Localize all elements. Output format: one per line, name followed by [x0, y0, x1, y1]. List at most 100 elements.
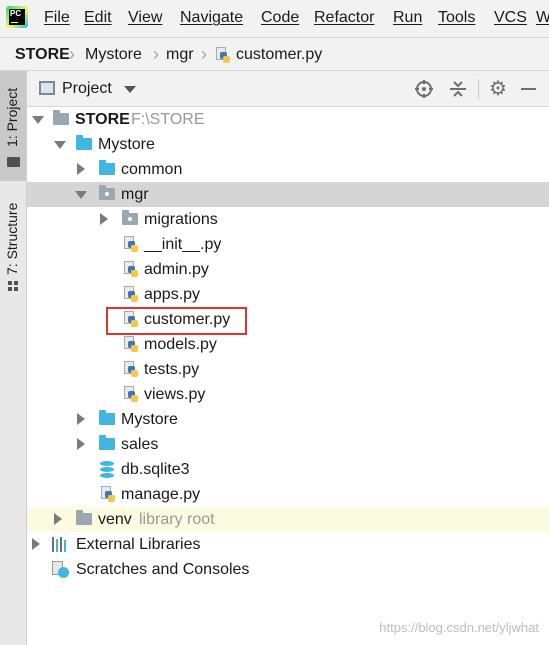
- breadcrumb-mgr[interactable]: mgr: [166, 46, 194, 64]
- tree-row-init[interactable]: __init__.py: [27, 232, 549, 257]
- package-folder-icon: [122, 210, 138, 225]
- breadcrumb-mystore[interactable]: Mystore: [85, 46, 142, 64]
- tree-label: Mystore: [121, 411, 178, 428]
- structure-icon: [8, 281, 19, 291]
- folder-icon: [99, 160, 115, 175]
- collapse-arrow-icon[interactable]: [100, 213, 108, 225]
- library-icon: [52, 537, 69, 552]
- tree-row-manage[interactable]: manage.py: [27, 482, 549, 507]
- logo-text: PC: [9, 9, 25, 25]
- structure-tool-tab[interactable]: 7: Structure: [0, 185, 26, 295]
- tree-row-external-libraries[interactable]: External Libraries: [27, 532, 549, 557]
- python-file-icon: [124, 386, 138, 403]
- tool-window-strip: 1: Project 7: Structure: [0, 71, 27, 645]
- database-icon: [100, 461, 114, 478]
- collapse-arrow-icon[interactable]: [77, 438, 85, 450]
- annotation-highlight-box: [106, 307, 247, 335]
- tree-row-mystore-inner[interactable]: Mystore: [27, 407, 549, 432]
- tree-row-apps[interactable]: apps.py: [27, 282, 549, 307]
- tree-row-tests[interactable]: tests.py: [27, 357, 549, 382]
- tree-label: common: [121, 161, 183, 178]
- collapse-arrow-icon[interactable]: [54, 513, 62, 525]
- menu-refactor[interactable]: Refactor: [314, 9, 374, 27]
- tree-label: views.py: [144, 386, 206, 403]
- minimize-icon[interactable]: [521, 88, 536, 90]
- tree-path-hint: F:\STORE: [131, 111, 205, 128]
- project-view-selector[interactable]: Project: [62, 80, 112, 98]
- tree-row-venv[interactable]: venv library root: [27, 507, 549, 532]
- breadcrumb-customer[interactable]: customer.py: [236, 46, 322, 64]
- breadcrumb: STORE › Mystore › mgr › customer.py: [0, 37, 549, 71]
- collapse-all-icon[interactable]: [449, 80, 467, 98]
- tree-label: sales: [121, 436, 159, 453]
- watermark: https://blog.csdn.net/yljwhat: [379, 620, 539, 635]
- python-file-icon: [124, 261, 138, 278]
- tree-label: STORE: [75, 111, 130, 128]
- expand-arrow-icon[interactable]: [54, 141, 66, 149]
- tree-label: admin.py: [144, 261, 209, 278]
- gear-icon[interactable]: ⚙: [489, 76, 507, 101]
- folder-icon: [7, 157, 20, 167]
- expand-arrow-icon[interactable]: [75, 191, 87, 199]
- folder-icon: [76, 510, 92, 525]
- chevron-right-icon: ›: [153, 44, 159, 64]
- python-file-icon: [124, 361, 138, 378]
- header-divider: [478, 79, 479, 99]
- collapse-arrow-icon[interactable]: [77, 163, 85, 175]
- tree-row-store[interactable]: STORE F:\STORE: [27, 107, 549, 132]
- python-file-icon: [216, 47, 230, 64]
- scratches-icon: [52, 561, 70, 579]
- tree-row-scratches[interactable]: Scratches and Consoles: [27, 557, 549, 582]
- menu-tools[interactable]: Tools: [438, 9, 475, 27]
- tree-row-sales[interactable]: sales: [27, 432, 549, 457]
- tree-row-mgr[interactable]: mgr: [27, 182, 549, 207]
- python-file-icon: [124, 286, 138, 303]
- project-tab-label: 1: Project: [4, 87, 20, 147]
- menu-file[interactable]: File: [44, 9, 70, 27]
- chevron-right-icon: ›: [69, 44, 75, 64]
- collapse-arrow-icon[interactable]: [77, 413, 85, 425]
- menu-edit[interactable]: Edit: [84, 9, 112, 27]
- project-view-icon: [39, 81, 55, 95]
- breadcrumb-store[interactable]: STORE: [15, 46, 70, 64]
- tree-label: db.sqlite3: [121, 461, 190, 478]
- folder-icon: [99, 435, 115, 450]
- menu-view[interactable]: View: [128, 9, 162, 27]
- locate-target-icon[interactable]: [415, 80, 433, 98]
- folder-icon: [76, 135, 92, 150]
- chevron-down-icon[interactable]: [124, 86, 136, 93]
- tree-label: apps.py: [144, 286, 201, 303]
- tree-row-mystore[interactable]: Mystore: [27, 132, 549, 157]
- tree-label: Mystore: [98, 136, 155, 153]
- project-tool-tab[interactable]: 1: Project: [0, 71, 26, 181]
- pycharm-logo-icon[interactable]: PC: [6, 6, 28, 28]
- tree-hint: library root: [139, 511, 215, 528]
- tree-row-db[interactable]: db.sqlite3: [27, 457, 549, 482]
- tree-label: Scratches and Consoles: [76, 561, 250, 578]
- tree-row-common[interactable]: common: [27, 157, 549, 182]
- menu-bar: PC File Edit View Navigate Code Refactor…: [0, 0, 549, 37]
- menu-code[interactable]: Code: [261, 9, 299, 27]
- menu-window[interactable]: Wh: [536, 9, 549, 27]
- menu-navigate[interactable]: Navigate: [180, 9, 243, 27]
- tree-label: __init__.py: [144, 236, 222, 253]
- package-folder-icon: [99, 185, 115, 200]
- python-file-icon: [124, 336, 138, 353]
- tree-label: venv: [98, 511, 132, 528]
- tree-row-migrations[interactable]: migrations: [27, 207, 549, 232]
- tree-row-admin[interactable]: admin.py: [27, 257, 549, 282]
- structure-tab-label: 7: Structure: [4, 202, 20, 275]
- menu-vcs[interactable]: VCS: [494, 9, 527, 27]
- tree-label: manage.py: [121, 486, 201, 503]
- collapse-arrow-icon[interactable]: [32, 538, 40, 550]
- expand-arrow-icon[interactable]: [32, 116, 44, 124]
- tree-row-views[interactable]: views.py: [27, 382, 549, 407]
- tree-label: models.py: [144, 336, 217, 353]
- tree-label: External Libraries: [76, 536, 201, 553]
- python-file-icon: [124, 236, 138, 253]
- project-folder-icon: [53, 110, 69, 125]
- menu-run[interactable]: Run: [393, 9, 422, 27]
- tree-row-models[interactable]: models.py: [27, 332, 549, 357]
- folder-icon: [99, 410, 115, 425]
- chevron-right-icon: ›: [201, 44, 207, 64]
